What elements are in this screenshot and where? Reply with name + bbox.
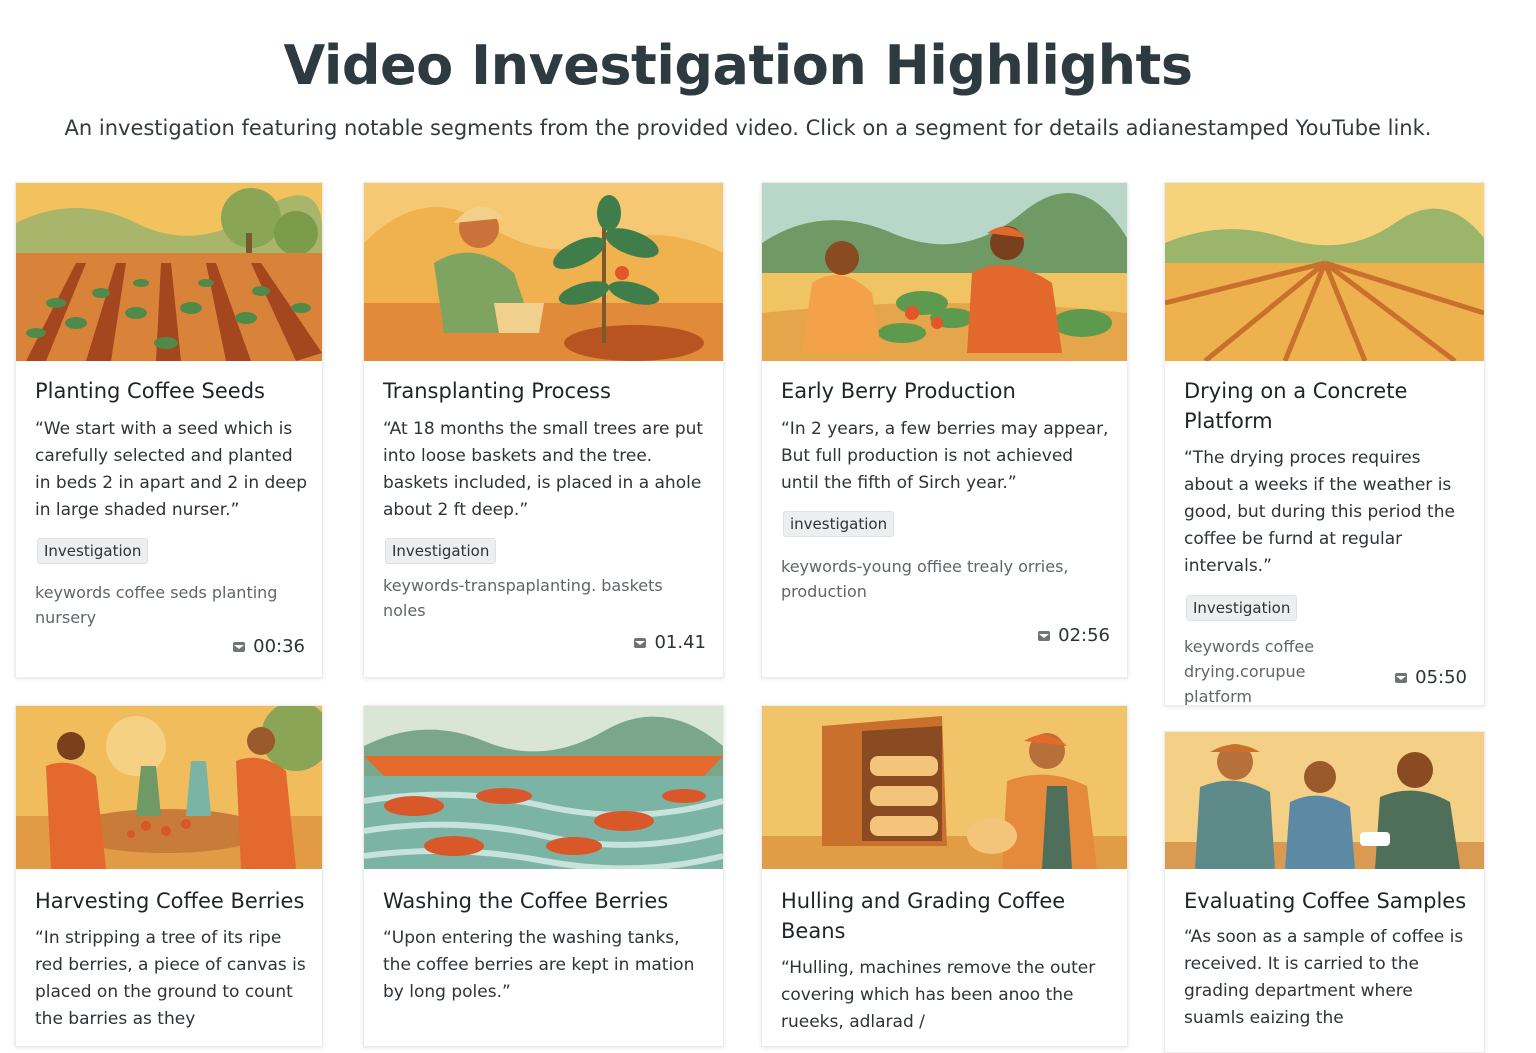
card-keywords: keywords coffee drying.corupue platform — [1184, 637, 1315, 706]
card-title: Evaluating Coffee Samples — [1184, 889, 1467, 913]
card-quote: “As soon as a sample of coffee is receiv… — [1184, 927, 1464, 1028]
timestamp-link[interactable]: 02:56 — [1038, 624, 1110, 648]
card-quote: “At 18 months the small trees are put in… — [383, 419, 704, 520]
segment-card-evaluating[interactable]: Evaluating Coffee Samples “As soon as a … — [1164, 731, 1485, 1053]
timestamp-label: 02:56 — [1058, 625, 1110, 646]
card-quote: “The drying proces requires about a week… — [1184, 448, 1455, 576]
card-title: Washing the Coffee Berries — [383, 889, 669, 913]
seedling-rows-illustration — [16, 183, 322, 361]
washing-tank-illustration — [364, 706, 723, 869]
segment-card-transplanting[interactable]: Transplanting Process “At 18 months the … — [363, 182, 724, 678]
video-icon — [1038, 631, 1051, 641]
card-quote: “In 2 years, a few berries may appear, B… — [781, 419, 1109, 493]
hulling-machine-illustration — [762, 706, 1127, 869]
segment-card-drying[interactable]: Drying on a Concrete Platform “The dryin… — [1164, 182, 1485, 706]
harvest-canvas-illustration — [16, 706, 322, 869]
timestamp-link[interactable]: 01.41 — [634, 631, 706, 655]
card-keywords: keywords-young offiee trealy orries, pro… — [781, 557, 1069, 601]
tag-badge: Investigation — [1186, 595, 1298, 621]
card-title: Harvesting Coffee Berries — [35, 889, 305, 913]
tag-badge: investigation — [783, 511, 895, 537]
card-title: Hulling and Grading Coffee Beans — [781, 889, 1066, 943]
timestamp-label: 05:50 — [1415, 667, 1467, 688]
card-quote: “Upon entering the washing tanks, the co… — [383, 928, 695, 1002]
timestamp-label: 01.41 — [654, 632, 706, 653]
card-keywords: keywords coffee seds planting nursery — [35, 583, 278, 627]
timestamp-label: 00:36 — [253, 636, 305, 657]
tag-badge: Investigation — [37, 538, 149, 564]
card-title: Transplanting Process — [383, 379, 611, 403]
video-icon — [233, 642, 246, 652]
segment-card-hulling[interactable]: Hulling and Grading Coffee Beans “Hullin… — [761, 705, 1128, 1047]
tag-badge: Investigation — [385, 538, 497, 564]
video-icon — [1395, 673, 1408, 683]
card-quote: “We start with a seed which is carefully… — [35, 419, 308, 520]
card-keywords: keywords-transpaplanting. baskets noles — [383, 576, 663, 620]
page-subtitle: An investigation featuring notable segme… — [64, 116, 1432, 140]
segment-card-planting[interactable]: Planting Coffee Seeds “We start with a s… — [15, 182, 323, 678]
card-quote: “In stripping a tree of its ripe red ber… — [35, 928, 306, 1029]
page-header: Video Investigation Highlights An invest… — [0, 0, 1536, 165]
card-title: Drying on a Concrete Platform — [1184, 379, 1408, 433]
video-icon — [634, 638, 647, 648]
workers-picking-illustration — [762, 183, 1127, 361]
timestamp-link[interactable]: 05:50 — [1395, 666, 1467, 690]
segment-card-washing[interactable]: Washing the Coffee Berries “Upon enterin… — [363, 705, 724, 1047]
tasting-table-illustration — [1165, 732, 1484, 869]
page-title: Video Investigation Highlights — [283, 34, 1194, 97]
segment-card-harvesting[interactable]: Harvesting Coffee Berries “In stripping … — [15, 705, 323, 1047]
farmer-planting-illustration — [364, 183, 723, 361]
card-title: Early Berry Production — [781, 379, 1016, 403]
drying-field-illustration — [1165, 183, 1484, 361]
segment-card-early-berry[interactable]: Early Berry Production “In 2 years, a fe… — [761, 182, 1128, 678]
timestamp-link[interactable]: 00:36 — [233, 635, 305, 659]
card-title: Planting Coffee Seeds — [35, 379, 265, 403]
